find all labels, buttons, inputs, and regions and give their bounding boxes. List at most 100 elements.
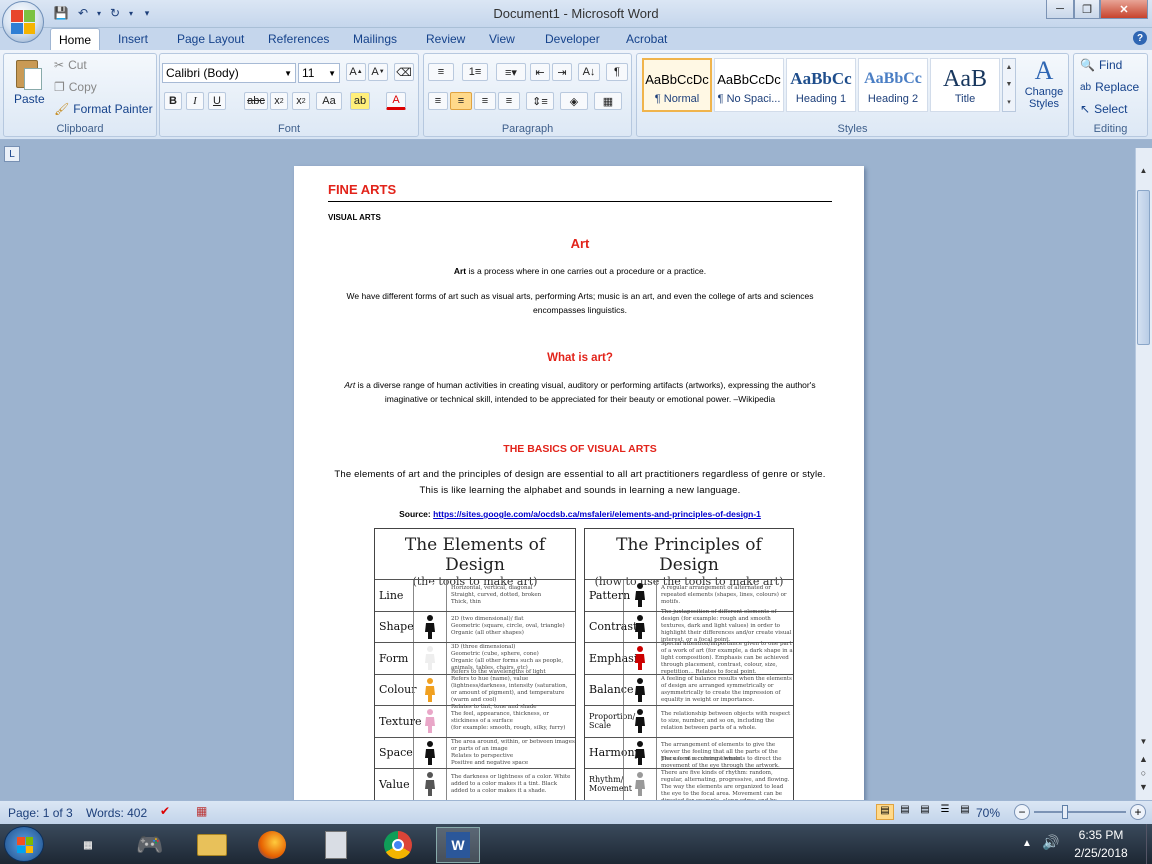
align-left-icon[interactable]: ≡ <box>428 92 448 110</box>
style-heading-2[interactable]: AaBbCc Heading 2 <box>858 58 928 112</box>
tab-insert[interactable]: Insert <box>110 28 156 50</box>
close-button[interactable]: ✕ <box>1100 0 1148 19</box>
paste-button[interactable]: Paste <box>14 92 45 106</box>
page-count[interactable]: Page: 1 of 3 <box>8 806 73 820</box>
zoom-in-icon[interactable]: + <box>1130 804 1146 820</box>
zoom-out-icon[interactable]: − <box>1014 804 1030 820</box>
bullets-icon[interactable]: ≡ <box>428 63 454 81</box>
multilevel-list-icon[interactable]: ≡▾ <box>496 63 526 81</box>
scrollbar-thumb[interactable] <box>1137 190 1150 345</box>
font-size-combo[interactable]: 11 ▼ <box>298 63 340 83</box>
clock-time[interactable]: 6:35 PM <box>1066 828 1136 842</box>
strikethrough-icon[interactable]: abc <box>244 92 268 110</box>
tab-review[interactable]: Review <box>418 28 473 50</box>
increase-indent-icon[interactable]: ⇥ <box>552 63 572 81</box>
document-page[interactable]: FINE ARTS VISUAL ARTS Art Art is a proce… <box>294 166 864 806</box>
zoom-level[interactable]: 70% <box>976 806 1000 820</box>
tab-mailings[interactable]: Mailings <box>345 28 405 50</box>
bold-icon[interactable]: B <box>164 92 182 110</box>
show-hidden-icons-icon[interactable]: ▲ <box>1022 838 1032 849</box>
copy-label: Copy <box>68 80 97 94</box>
change-styles-button[interactable]: A Change Styles <box>1022 56 1066 122</box>
firefox-icon[interactable] <box>250 827 294 863</box>
tab-selector[interactable]: L <box>4 146 20 162</box>
tab-home[interactable]: Home <box>50 28 100 50</box>
print-layout-icon[interactable]: ▤ <box>876 804 894 820</box>
font-name-combo[interactable]: Calibri (Body) ▼ <box>162 63 296 83</box>
element-figure-icon <box>413 769 447 800</box>
decrease-indent-icon[interactable]: ⇤ <box>530 63 550 81</box>
gamepad-icon[interactable]: 🎮 <box>128 827 172 863</box>
superscript-icon[interactable]: x2 <box>292 92 310 110</box>
source-link[interactable]: https://sites.google.com/a/ocdsb.ca/msfa… <box>433 509 761 519</box>
next-page-icon[interactable]: ▼ <box>1137 782 1150 792</box>
align-center-icon[interactable]: ≡ <box>450 92 472 110</box>
draft-icon[interactable]: ▤ <box>956 804 974 820</box>
italic-icon[interactable]: I <box>186 92 204 110</box>
grow-font-icon[interactable]: A ▲ <box>346 63 366 81</box>
style-heading-1[interactable]: AaBbCc Heading 1 <box>786 58 856 112</box>
change-case-icon[interactable]: Aa <box>316 92 342 110</box>
sort-icon[interactable]: A↓ <box>578 63 600 81</box>
line-spacing-icon[interactable]: ⇕≡ <box>526 92 554 110</box>
tab-page-layout[interactable]: Page Layout <box>169 28 252 50</box>
cut-button[interactable]: ✂ Cut <box>54 58 87 72</box>
zoom-slider-track[interactable] <box>1034 811 1126 813</box>
word-count[interactable]: Words: 402 <box>86 806 147 820</box>
macro-record-icon[interactable]: ▦ <box>196 804 212 820</box>
paste-icon[interactable] <box>12 56 44 92</box>
proofing-icon[interactable]: ✔ <box>160 804 178 820</box>
tab-acrobat[interactable]: Acrobat <box>618 28 675 50</box>
styles-gallery-scroll[interactable]: ▲ ▼ ▾ <box>1002 58 1016 112</box>
zoom-slider-thumb[interactable] <box>1062 805 1068 819</box>
tab-developer[interactable]: Developer <box>537 28 608 50</box>
outline-icon[interactable]: ☰ <box>936 804 954 820</box>
style-heading-2-preview: AaBbCc <box>864 70 922 87</box>
select-button[interactable]: ↖ Select <box>1080 102 1127 116</box>
chrome-icon[interactable] <box>376 827 420 863</box>
file-explorer-icon[interactable] <box>190 827 234 863</box>
style-no-spacing[interactable]: AaBbCcDc ¶ No Spaci... <box>714 58 784 112</box>
underline-icon[interactable]: U <box>208 92 226 110</box>
taskbar-app-icon[interactable]: ▦ <box>66 827 110 863</box>
numbering-icon[interactable]: 1≡ <box>462 63 488 81</box>
style-normal[interactable]: AaBbCcDc ¶ Normal <box>642 58 712 112</box>
volume-icon[interactable]: 🔊 <box>1042 834 1059 851</box>
start-button[interactable] <box>4 826 44 862</box>
help-icon[interactable]: ? <box>1133 31 1147 45</box>
shrink-font-icon[interactable]: A ▼ <box>368 63 388 81</box>
style-title[interactable]: AaB Title <box>930 58 1000 112</box>
scroll-down-icon[interactable]: ▼ <box>1137 737 1150 749</box>
tab-references[interactable]: References <box>260 28 337 50</box>
align-right-icon[interactable]: ≡ <box>474 92 496 110</box>
justify-icon[interactable]: ≡ <box>498 92 520 110</box>
shading-icon[interactable]: ◈ <box>560 92 588 110</box>
clock-date[interactable]: 2/25/2018 <box>1066 846 1136 860</box>
browse-object-icon[interactable]: ○ <box>1137 768 1150 778</box>
replace-button[interactable]: ab Replace <box>1080 80 1139 94</box>
restore-button[interactable]: ❐ <box>1074 0 1100 19</box>
scroll-up-icon[interactable]: ▲ <box>1137 166 1150 180</box>
show-desktop-button[interactable] <box>1146 824 1152 864</box>
full-screen-reading-icon[interactable]: ▤ <box>896 804 914 820</box>
element-figure-icon <box>413 580 447 611</box>
font-color-icon[interactable]: A <box>386 92 406 110</box>
find-button[interactable]: 🔍 Find <box>1080 58 1122 72</box>
highlight-icon[interactable]: ab <box>350 92 370 110</box>
calculator-icon[interactable] <box>314 827 358 863</box>
copy-button[interactable]: ❐ Copy <box>54 80 97 94</box>
tab-view[interactable]: View <box>481 28 523 50</box>
previous-page-icon[interactable]: ▲ <box>1137 754 1150 764</box>
scissors-icon: ✂ <box>54 58 65 72</box>
borders-icon[interactable]: ▦ <box>594 92 622 110</box>
principle-row: Balance A feeling of balance results when… <box>585 673 793 705</box>
web-layout-icon[interactable]: ▤ <box>916 804 934 820</box>
word-taskbar-icon[interactable]: W <box>436 827 480 863</box>
format-painter-button[interactable]: 🖌 Format Painter <box>54 102 153 116</box>
minimize-button[interactable]: ─ <box>1046 0 1074 19</box>
show-formatting-icon[interactable]: ¶ <box>606 63 628 81</box>
principle-row: Rhythm/ Movement The use of recurring ele… <box>585 756 793 806</box>
office-button[interactable] <box>2 1 44 43</box>
clear-formatting-icon[interactable]: ⌫ <box>394 63 414 81</box>
subscript-icon[interactable]: x2 <box>270 92 288 110</box>
